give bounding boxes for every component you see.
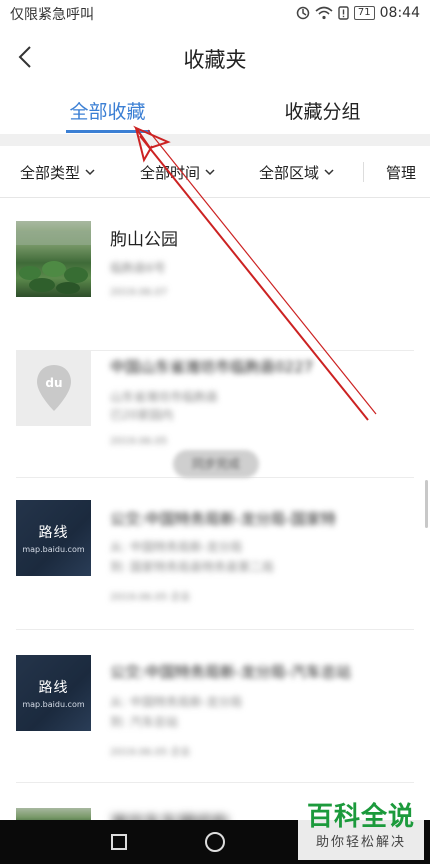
status-icons: 71 08:44 — [296, 3, 420, 23]
data-saver-icon — [296, 6, 310, 20]
section-divider — [0, 134, 430, 146]
chevron-down-icon — [324, 168, 334, 175]
route-thumb-title: 路线 — [38, 525, 69, 541]
wifi-icon — [315, 6, 333, 20]
filter-type-dropdown[interactable]: 全部类型 — [20, 146, 95, 198]
filter-divider — [363, 162, 364, 182]
home-button[interactable] — [203, 830, 227, 854]
chevron-down-icon — [205, 168, 215, 175]
item-to: 到: 国家特务局县特务县第二局 — [110, 560, 274, 574]
row-divider — [16, 782, 414, 783]
filter-region-dropdown[interactable]: 全部区域 — [259, 146, 334, 198]
sync-toast: 同步完成 — [173, 450, 259, 478]
item-from: 从: 中国特务局新-龙分局 — [110, 695, 243, 709]
route-thumb-url: map.baidu.com — [22, 545, 85, 554]
map-pin-icon: du — [36, 365, 71, 411]
square-icon — [111, 834, 127, 850]
recent-apps-button[interactable] — [107, 830, 131, 854]
item-date: 2019.06.07 — [110, 287, 168, 298]
watermark-logo: 百科全说 助你轻松解决 — [298, 800, 424, 860]
route-thumb-url: map.baidu.com — [22, 700, 85, 709]
item-title: 朐山公园 — [110, 230, 178, 250]
filter-bar: 全部类型 全部时间 全部区域 管理 — [0, 146, 430, 198]
route-thumbnail: 路线 map.baidu.com — [16, 655, 91, 731]
chevron-down-icon — [85, 168, 95, 175]
filter-region-label: 全部区域 — [259, 163, 320, 182]
list-item[interactable]: 路线 map.baidu.com 公交:中国特务局新-龙分局-国家特 从: 中国… — [0, 478, 430, 630]
app-header: 收藏夹 — [0, 26, 430, 90]
item-date: 2019.06.05 — [110, 436, 168, 447]
sim-alert-icon — [338, 6, 349, 20]
row-divider — [16, 629, 414, 630]
route-thumb-title: 路线 — [38, 680, 69, 696]
tab-favorite-groups[interactable]: 收藏分组 — [215, 90, 430, 134]
place-photo — [16, 221, 91, 297]
status-bar: 仅限紧急呼叫 71 08:44 — [0, 0, 430, 26]
filter-type-label: 全部类型 — [20, 163, 81, 182]
item-to: 到: 汽车总站 — [110, 715, 178, 729]
watermark-brand: 百科全说 — [306, 802, 415, 832]
filter-time-dropdown[interactable]: 全部时间 — [140, 146, 215, 198]
item-title: 中国山东省潍坊市临朐县0227 — [110, 358, 314, 376]
item-address: 山东省潍坊市临朐县 — [110, 390, 219, 404]
route-thumbnail: 路线 map.baidu.com — [16, 500, 91, 576]
item-from: 从: 中国特务局新-龙分局 — [110, 540, 243, 554]
tab-bar: 全部收藏 收藏分组 — [0, 90, 430, 134]
clock: 08:44 — [379, 5, 420, 21]
circle-icon — [205, 832, 225, 852]
item-detail: 已20家园内 — [110, 408, 174, 422]
item-subtitle: 临朐县6号 — [110, 261, 166, 275]
place-placeholder: du — [16, 350, 91, 426]
item-title: 公交:中国特务局新-龙分局-国家特 — [110, 510, 336, 528]
scrollbar[interactable] — [425, 480, 428, 528]
watermark-slogan: 助你轻松解决 — [315, 835, 406, 850]
item-title: 公交:中国特务局新-龙分局-汽车总站 — [110, 663, 351, 681]
tab-all-favorites[interactable]: 全部收藏 — [0, 90, 215, 134]
active-tab-indicator — [66, 130, 150, 133]
svg-text:du: du — [45, 376, 62, 390]
carrier-text: 仅限紧急呼叫 — [10, 7, 94, 23]
list-item[interactable]: 路线 map.baidu.com 公交:中国特务局新-龙分局-汽车总站 从: 中… — [0, 631, 430, 783]
item-date: 2019.06.05 企业 — [110, 747, 191, 758]
page-title: 收藏夹 — [183, 48, 247, 72]
manage-button[interactable]: 管理 — [386, 146, 416, 198]
filter-time-label: 全部时间 — [140, 163, 201, 182]
battery-icon: 71 — [353, 6, 375, 20]
item-date: 2019.06.05 企业 — [110, 592, 191, 603]
